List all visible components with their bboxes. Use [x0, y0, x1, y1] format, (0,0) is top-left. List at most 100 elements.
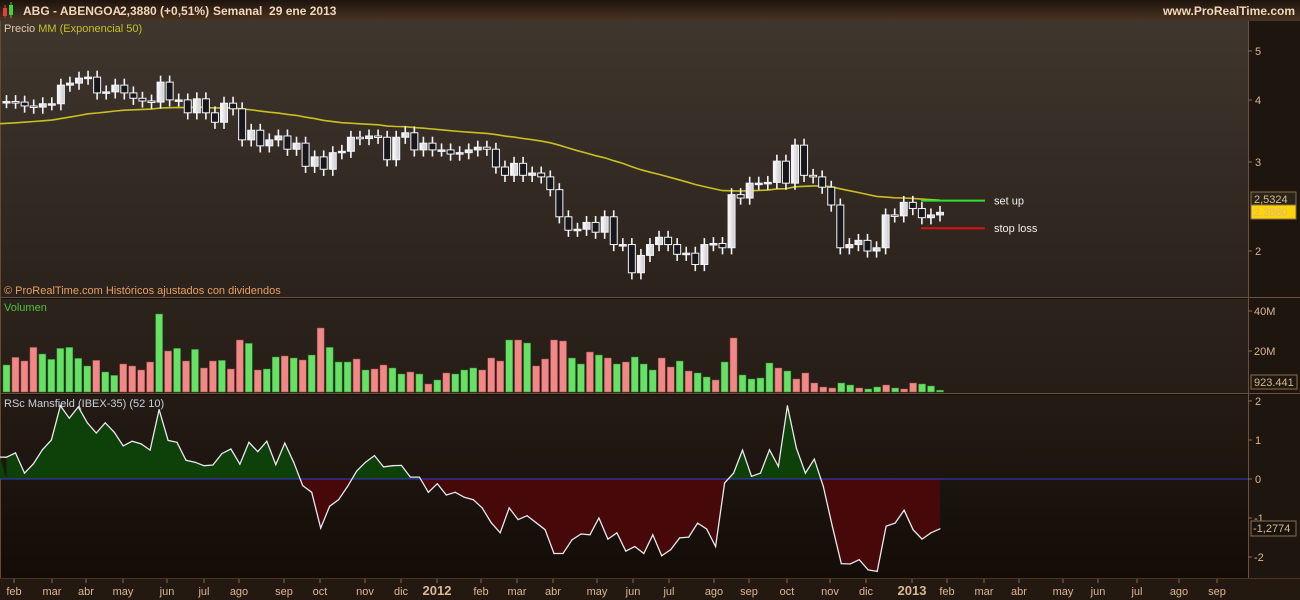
candle-body: [890, 214, 899, 217]
volume-bar: [83, 365, 92, 393]
rsc-point: [122, 445, 124, 447]
rsc-point: [688, 536, 690, 538]
time-tick-label: may: [587, 586, 608, 598]
rsc-point: [939, 528, 941, 530]
rsc-point: [571, 539, 573, 541]
volume-bar: [657, 357, 666, 393]
candle-body: [854, 239, 863, 246]
rsc-point: [499, 532, 501, 534]
volume-bar: [325, 347, 334, 393]
rsc-point: [840, 563, 842, 565]
candle-body: [763, 181, 772, 185]
volume-bar: [765, 362, 774, 393]
volume-bar: [272, 356, 280, 393]
candle-body: [827, 186, 836, 206]
volume-bar: [281, 355, 289, 393]
ema-value-badge: 2,5324: [1250, 191, 1297, 206]
rsc-point: [580, 533, 582, 535]
volume-bar: [918, 383, 926, 393]
rsc-point: [445, 494, 447, 496]
candle-body: [582, 221, 591, 230]
price-panel-label: Precio MM (Exponencial 50): [4, 23, 142, 35]
candle-body: [328, 152, 337, 170]
ema-value: 2,5324: [1254, 194, 1288, 206]
rsc-point: [212, 464, 214, 466]
rsc-point: [553, 552, 555, 555]
candle[interactable]: [627, 238, 636, 280]
candle-body: [908, 201, 917, 210]
candle[interactable]: [790, 138, 799, 190]
volume-bar: [792, 378, 801, 393]
candle-body: [736, 194, 745, 199]
volume-bar: [352, 358, 361, 393]
volume-bar: [595, 354, 603, 393]
candle-body: [727, 194, 736, 249]
candle-body: [790, 144, 799, 184]
volume-bar: [738, 374, 747, 393]
rsc-tick-label: 2: [1255, 396, 1261, 408]
volume-bar: [505, 339, 513, 393]
rsc-point: [598, 517, 600, 519]
rsc-point: [284, 442, 286, 444]
volume-bar: [137, 369, 145, 393]
rsc-value-badge: -1,2774: [1250, 520, 1297, 537]
rsc-point: [741, 449, 744, 451]
candle-body: [872, 247, 881, 252]
last-quote: 2,3880 (+0,51%): [120, 4, 209, 18]
volume-bar: [56, 348, 65, 393]
volume-bar: [550, 339, 558, 393]
candle-body: [591, 221, 600, 233]
candle-body: [881, 214, 890, 249]
candle-body: [165, 81, 174, 101]
volume-bar: [756, 377, 765, 393]
candle-body: [11, 101, 20, 104]
candle-body: [156, 81, 165, 103]
volume-bar: [2, 364, 11, 393]
time-tick-label: abr: [1011, 586, 1027, 598]
candle[interactable]: [836, 198, 845, 255]
rsc-point: [418, 476, 420, 478]
volume-bar: [541, 358, 549, 393]
candle-body: [926, 214, 935, 219]
volume-bar: [343, 361, 352, 393]
rsc-point: [95, 432, 97, 434]
candle-body: [20, 101, 29, 107]
rsc-point: [104, 422, 106, 424]
rsc-point: [50, 439, 52, 441]
time-tick-label: ago: [230, 586, 248, 598]
candle-body: [355, 136, 364, 140]
candle-body: [383, 136, 392, 161]
candle[interactable]: [800, 138, 809, 182]
volume-bar: [164, 350, 172, 393]
rsc-point: [311, 491, 313, 493]
time-tick-label: jun: [625, 586, 641, 598]
volume-bar: [514, 339, 522, 393]
rsc-point: [329, 505, 331, 507]
candle[interactable]: [238, 102, 247, 147]
rsc-point: [912, 529, 914, 531]
candle[interactable]: [727, 188, 736, 255]
rsc-point: [795, 447, 797, 449]
volume-bar: [200, 367, 208, 393]
candle-body: [138, 97, 147, 102]
candle-body: [183, 99, 192, 114]
volume-bar: [424, 383, 433, 393]
price-panel[interactable]: [0, 21, 1248, 297]
volume-bar: [927, 385, 935, 393]
candle-body: [410, 132, 419, 151]
rsc-point: [517, 518, 519, 521]
volume-bar: [397, 373, 406, 393]
rsc-point: [5, 456, 8, 458]
rsc-point: [364, 461, 367, 463]
rsc-point: [679, 537, 681, 539]
volume-bar: [20, 360, 29, 393]
rsc-point: [921, 538, 923, 540]
site-link[interactable]: www.ProRealTime.com: [1162, 4, 1295, 18]
rsc-point: [822, 485, 824, 488]
rsc-point: [544, 529, 546, 531]
rsc-point: [481, 507, 483, 509]
volume-bar: [631, 356, 639, 393]
candle[interactable]: [881, 208, 890, 255]
candle-body: [210, 112, 219, 123]
volume-bar: [568, 357, 576, 393]
